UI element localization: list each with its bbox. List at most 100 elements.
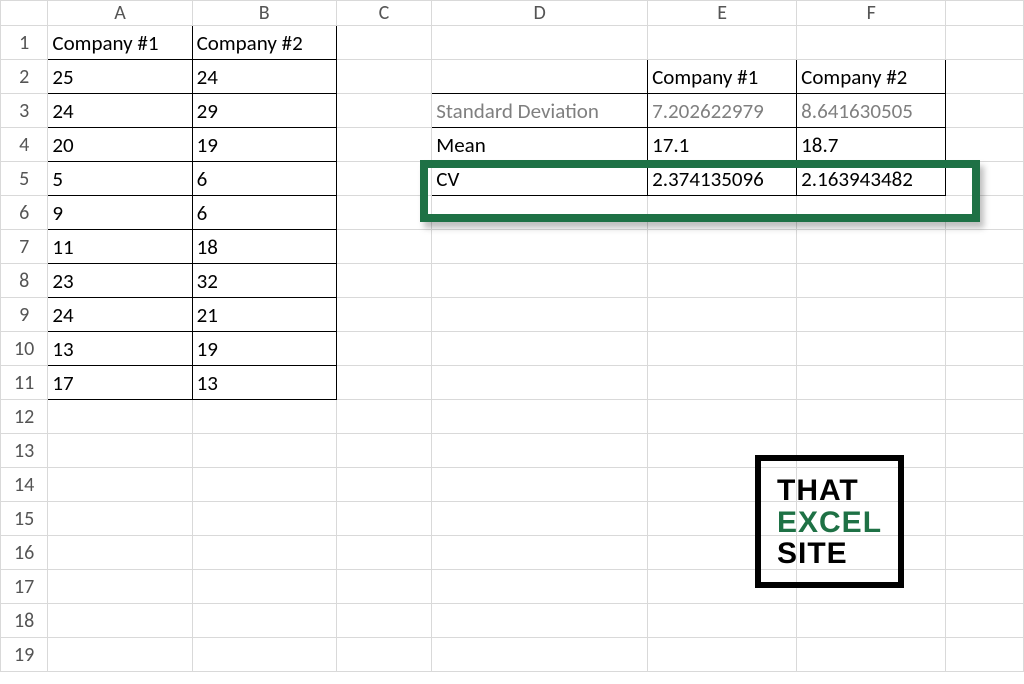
cell-A10[interactable]: 13	[48, 332, 192, 366]
cell-A16[interactable]	[48, 536, 192, 570]
cell-A8[interactable]: 23	[48, 264, 192, 298]
cell-D15[interactable]	[432, 502, 648, 536]
select-all-corner[interactable]	[1, 1, 48, 26]
cell-E9[interactable]	[648, 298, 797, 332]
cell-B6[interactable]: 6	[192, 196, 336, 230]
cell-G14[interactable]	[946, 468, 1024, 502]
cell-G3[interactable]	[946, 94, 1024, 128]
cell-A11[interactable]: 17	[48, 366, 192, 400]
cell-C4[interactable]	[336, 128, 431, 162]
cell-B2[interactable]: 24	[192, 60, 336, 94]
cell-G7[interactable]	[946, 230, 1024, 264]
cell-C15[interactable]	[336, 502, 431, 536]
cell-G15[interactable]	[946, 502, 1024, 536]
cell-C1[interactable]	[336, 26, 431, 60]
cell-E10[interactable]	[648, 332, 797, 366]
cell-G6[interactable]	[946, 196, 1024, 230]
cell-C12[interactable]	[336, 400, 431, 434]
cell-F5[interactable]: 2.163943482	[797, 162, 946, 196]
cell-D9[interactable]	[432, 298, 648, 332]
cell-C5[interactable]	[336, 162, 431, 196]
cell-B13[interactable]	[192, 434, 336, 468]
cell-D14[interactable]	[432, 468, 648, 502]
cell-C9[interactable]	[336, 298, 431, 332]
cell-E4[interactable]: 17.1	[648, 128, 797, 162]
cell-F6[interactable]	[797, 196, 946, 230]
cell-B14[interactable]	[192, 468, 336, 502]
cell-A14[interactable]	[48, 468, 192, 502]
cell-C11[interactable]	[336, 366, 431, 400]
row-header-19[interactable]: 19	[1, 638, 48, 672]
cell-D11[interactable]	[432, 366, 648, 400]
cell-D8[interactable]	[432, 264, 648, 298]
cell-B9[interactable]: 21	[192, 298, 336, 332]
cell-B11[interactable]: 13	[192, 366, 336, 400]
cell-G13[interactable]	[946, 434, 1024, 468]
row-header-15[interactable]: 15	[1, 502, 48, 536]
cell-G10[interactable]	[946, 332, 1024, 366]
cell-F19[interactable]	[797, 638, 946, 672]
cell-B7[interactable]: 18	[192, 230, 336, 264]
col-header-F[interactable]: F	[797, 1, 946, 26]
cell-E11[interactable]	[648, 366, 797, 400]
row-header-11[interactable]: 11	[1, 366, 48, 400]
cell-E1[interactable]	[648, 26, 797, 60]
cell-E7[interactable]	[648, 230, 797, 264]
cell-C13[interactable]	[336, 434, 431, 468]
cell-C3[interactable]	[336, 94, 431, 128]
cell-B15[interactable]	[192, 502, 336, 536]
row-header-2[interactable]: 2	[1, 60, 48, 94]
cell-C17[interactable]	[336, 570, 431, 604]
col-header-E[interactable]: E	[648, 1, 797, 26]
cell-E19[interactable]	[648, 638, 797, 672]
cell-C16[interactable]	[336, 536, 431, 570]
cell-F12[interactable]	[797, 400, 946, 434]
cell-G16[interactable]	[946, 536, 1024, 570]
cell-E12[interactable]	[648, 400, 797, 434]
col-header-B[interactable]: B	[192, 1, 336, 26]
cell-C8[interactable]	[336, 264, 431, 298]
cell-E8[interactable]	[648, 264, 797, 298]
cell-D16[interactable]	[432, 536, 648, 570]
cell-C6[interactable]	[336, 196, 431, 230]
cell-B8[interactable]: 32	[192, 264, 336, 298]
cell-C18[interactable]	[336, 604, 431, 638]
row-header-8[interactable]: 8	[1, 264, 48, 298]
cell-C10[interactable]	[336, 332, 431, 366]
cell-A4[interactable]: 20	[48, 128, 192, 162]
cell-D18[interactable]	[432, 604, 648, 638]
cell-F8[interactable]	[797, 264, 946, 298]
cell-G2[interactable]	[946, 60, 1024, 94]
cell-A13[interactable]	[48, 434, 192, 468]
cell-D6[interactable]	[432, 196, 648, 230]
cell-F11[interactable]	[797, 366, 946, 400]
cell-B5[interactable]: 6	[192, 162, 336, 196]
col-header-C[interactable]: C	[336, 1, 431, 26]
cell-D4[interactable]: Mean	[432, 128, 648, 162]
cell-C2[interactable]	[336, 60, 431, 94]
cell-F9[interactable]	[797, 298, 946, 332]
cell-G9[interactable]	[946, 298, 1024, 332]
cell-D3[interactable]: Standard Deviation	[432, 94, 648, 128]
cell-A15[interactable]	[48, 502, 192, 536]
cell-G5[interactable]	[946, 162, 1024, 196]
row-header-10[interactable]: 10	[1, 332, 48, 366]
cell-E5[interactable]: 2.374135096	[648, 162, 797, 196]
row-header-17[interactable]: 17	[1, 570, 48, 604]
cell-G17[interactable]	[946, 570, 1024, 604]
cell-G19[interactable]	[946, 638, 1024, 672]
cell-B18[interactable]	[192, 604, 336, 638]
cell-C7[interactable]	[336, 230, 431, 264]
cell-D19[interactable]	[432, 638, 648, 672]
cell-F3[interactable]: 8.641630505	[797, 94, 946, 128]
cell-A2[interactable]: 25	[48, 60, 192, 94]
cell-D1[interactable]	[432, 26, 648, 60]
cell-D2[interactable]	[432, 60, 648, 94]
cell-B4[interactable]: 19	[192, 128, 336, 162]
row-header-16[interactable]: 16	[1, 536, 48, 570]
cell-D7[interactable]	[432, 230, 648, 264]
cell-C14[interactable]	[336, 468, 431, 502]
cell-G4[interactable]	[946, 128, 1024, 162]
cell-A18[interactable]	[48, 604, 192, 638]
cell-A9[interactable]: 24	[48, 298, 192, 332]
